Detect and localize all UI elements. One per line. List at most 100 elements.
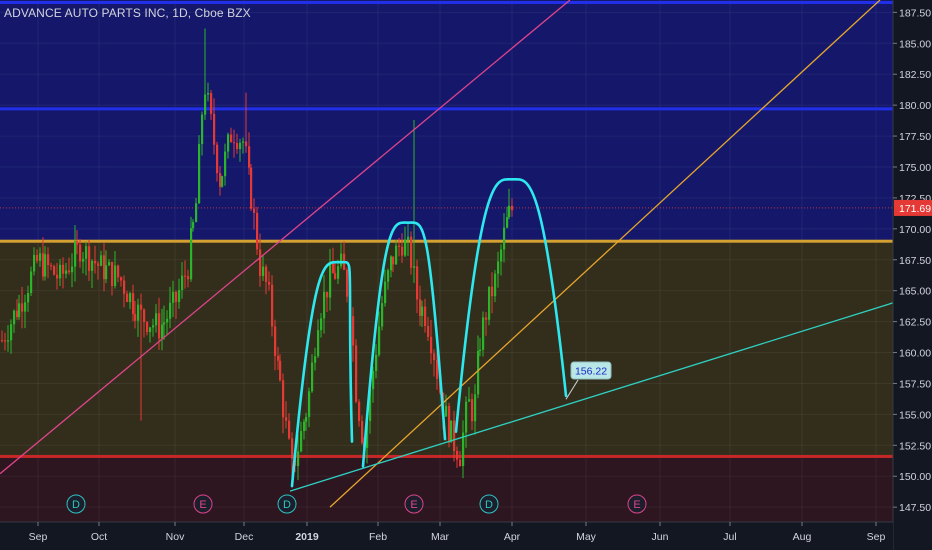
candle-body	[227, 134, 230, 152]
candle-body	[355, 345, 358, 402]
candle-body	[500, 249, 503, 262]
price-tick-label: 177.50	[899, 131, 931, 143]
time-tick-label: Jul	[723, 531, 736, 543]
price-tick-label: 170.00	[899, 224, 931, 236]
candle-body	[47, 254, 50, 266]
candle-body	[375, 354, 378, 371]
candle-body	[123, 280, 126, 294]
candle-body	[233, 142, 236, 144]
candle-body	[358, 401, 361, 422]
time-tick-label: Jun	[652, 531, 669, 543]
candle-body	[503, 227, 506, 250]
candle-body	[18, 303, 21, 318]
price-tick-label: 150.00	[899, 471, 931, 483]
event-marker-label: E	[633, 499, 640, 511]
candle-body	[392, 256, 395, 265]
candle-body	[146, 322, 149, 333]
time-tick-label: Sep	[867, 531, 886, 543]
event-marker-label: D	[72, 499, 80, 511]
candle-body	[265, 266, 268, 282]
candle-body	[195, 203, 198, 223]
candle-body	[445, 405, 448, 417]
candle-body	[126, 293, 129, 303]
candle-body	[103, 255, 106, 280]
candle-body	[390, 256, 393, 271]
last-price-label: 171.69	[899, 203, 931, 215]
candle-body	[262, 266, 265, 277]
event-marker-0: D	[66, 494, 86, 514]
candle-body	[381, 303, 384, 327]
candle-body	[253, 208, 256, 213]
candle-body	[169, 302, 172, 319]
candle-body	[198, 144, 201, 204]
candle-body	[181, 275, 184, 291]
candle-body	[213, 113, 216, 145]
candle-body	[94, 260, 97, 264]
candle-body	[340, 253, 343, 267]
candle-body	[468, 399, 471, 402]
price-tick-label: 182.50	[899, 69, 931, 81]
candle-body	[282, 380, 285, 418]
candle-body	[506, 217, 509, 228]
candle-body	[68, 270, 71, 273]
candle-body	[465, 401, 468, 433]
candle-body	[221, 176, 224, 187]
horizontal-level-0	[0, 0, 893, 4]
price-tick-label: 187.50	[899, 7, 931, 19]
candle-body	[482, 317, 485, 350]
candle-body	[407, 236, 410, 240]
candle-body	[79, 244, 82, 262]
candle-body	[50, 265, 53, 267]
candle-body	[421, 306, 424, 316]
candle-body	[27, 293, 30, 303]
candle-body	[105, 265, 108, 280]
event-marker-label: D	[485, 499, 493, 511]
candle-body	[201, 114, 204, 145]
candle-body	[491, 286, 494, 297]
candle-body	[497, 261, 500, 274]
candle-body	[210, 93, 213, 114]
candle-body	[419, 299, 422, 316]
candle-body	[74, 241, 77, 267]
candle-body	[88, 246, 91, 271]
candle-body	[346, 269, 349, 297]
price-chart[interactable]: D E D E D E 156.22 147.50 150.00 152.50 155.00 15…	[0, 0, 932, 550]
candle-body	[479, 349, 482, 352]
price-tick-label: 160.00	[899, 348, 931, 360]
candle-body	[71, 266, 74, 273]
time-tick-label: 2019	[295, 531, 319, 543]
price-tick-label: 180.00	[899, 100, 931, 112]
candle-body	[239, 142, 242, 150]
candle-body	[161, 324, 164, 339]
event-marker-3: E	[404, 494, 424, 514]
candle-body	[334, 273, 337, 279]
time-tick-label: Dec	[235, 531, 254, 543]
candle-body	[219, 173, 222, 187]
candle-body	[53, 266, 56, 275]
candle-body	[427, 326, 430, 337]
event-marker-5: E	[627, 494, 647, 514]
candle-body	[129, 293, 132, 303]
chart-area[interactable]: D E D E D E 156.22 147.50 150.00 152.50 155.00 15…	[0, 0, 932, 550]
candle-body	[430, 336, 433, 354]
candle-body	[16, 310, 19, 318]
candle-body	[230, 134, 233, 143]
candle-body	[277, 355, 280, 361]
candle-body	[303, 421, 306, 432]
candle-body	[4, 340, 7, 342]
candle-body	[361, 421, 364, 443]
candle-body	[471, 399, 474, 422]
candle-body	[404, 239, 407, 256]
price-zone-0	[0, 0, 893, 242]
candle-body	[332, 263, 335, 274]
candle-body	[152, 325, 155, 328]
time-tick-label: Feb	[369, 531, 387, 543]
candle-body	[285, 417, 288, 421]
candle-body	[256, 212, 259, 250]
candle-body	[337, 266, 340, 279]
event-marker-2: D	[277, 494, 297, 514]
candle-body	[459, 459, 462, 467]
candle-body	[494, 273, 497, 297]
candle-body	[33, 254, 36, 272]
candle-body	[352, 316, 355, 346]
